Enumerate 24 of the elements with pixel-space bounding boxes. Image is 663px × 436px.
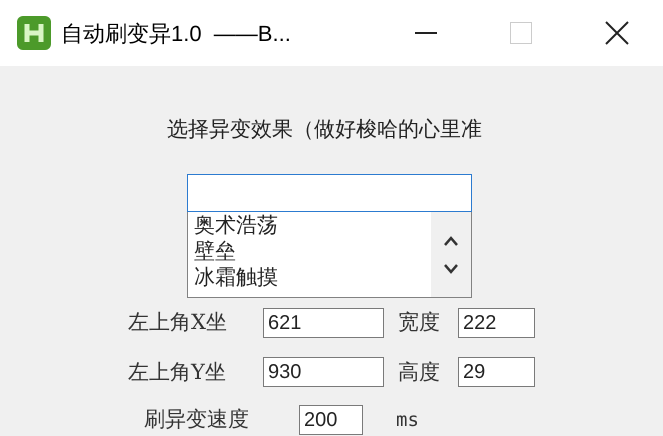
speed-label: 刷异变速度 [144,406,250,433]
window-title: 自动刷变异1.0 ——B... [61,20,291,48]
size-label: 宽度 [398,309,441,336]
speed-input-field[interactable]: 200 [299,404,364,435]
size-input-field[interactable]: 222 [458,308,535,338]
size-input-field[interactable]: 29 [458,357,535,388]
coordinate-input-field[interactable]: 621 [263,308,384,338]
minimize-icon [415,32,437,34]
prompt-label: 选择异变效果（做好梭哈的心里准 [167,116,482,143]
unit-label: ms [396,408,419,432]
coordinate-label: 左上角Y坐 [128,358,227,386]
effect-input-field[interactable] [187,174,472,212]
list-item[interactable]: 奥术浩荡 [194,212,431,238]
maximize-icon [510,22,532,44]
size-label: 高度 [398,358,441,386]
list-scrollbar[interactable] [431,212,471,297]
scroll-up-icon[interactable] [444,236,458,246]
close-icon [605,21,629,45]
coordinate-label: 左上角X坐 [128,309,228,336]
list-item[interactable]: 冰霜触摸 [194,264,431,290]
list-item[interactable]: 壁垒 [194,238,431,264]
scroll-down-icon[interactable] [444,264,458,274]
app-logo-icon [17,16,51,50]
coordinate-input-field[interactable]: 930 [263,357,384,388]
